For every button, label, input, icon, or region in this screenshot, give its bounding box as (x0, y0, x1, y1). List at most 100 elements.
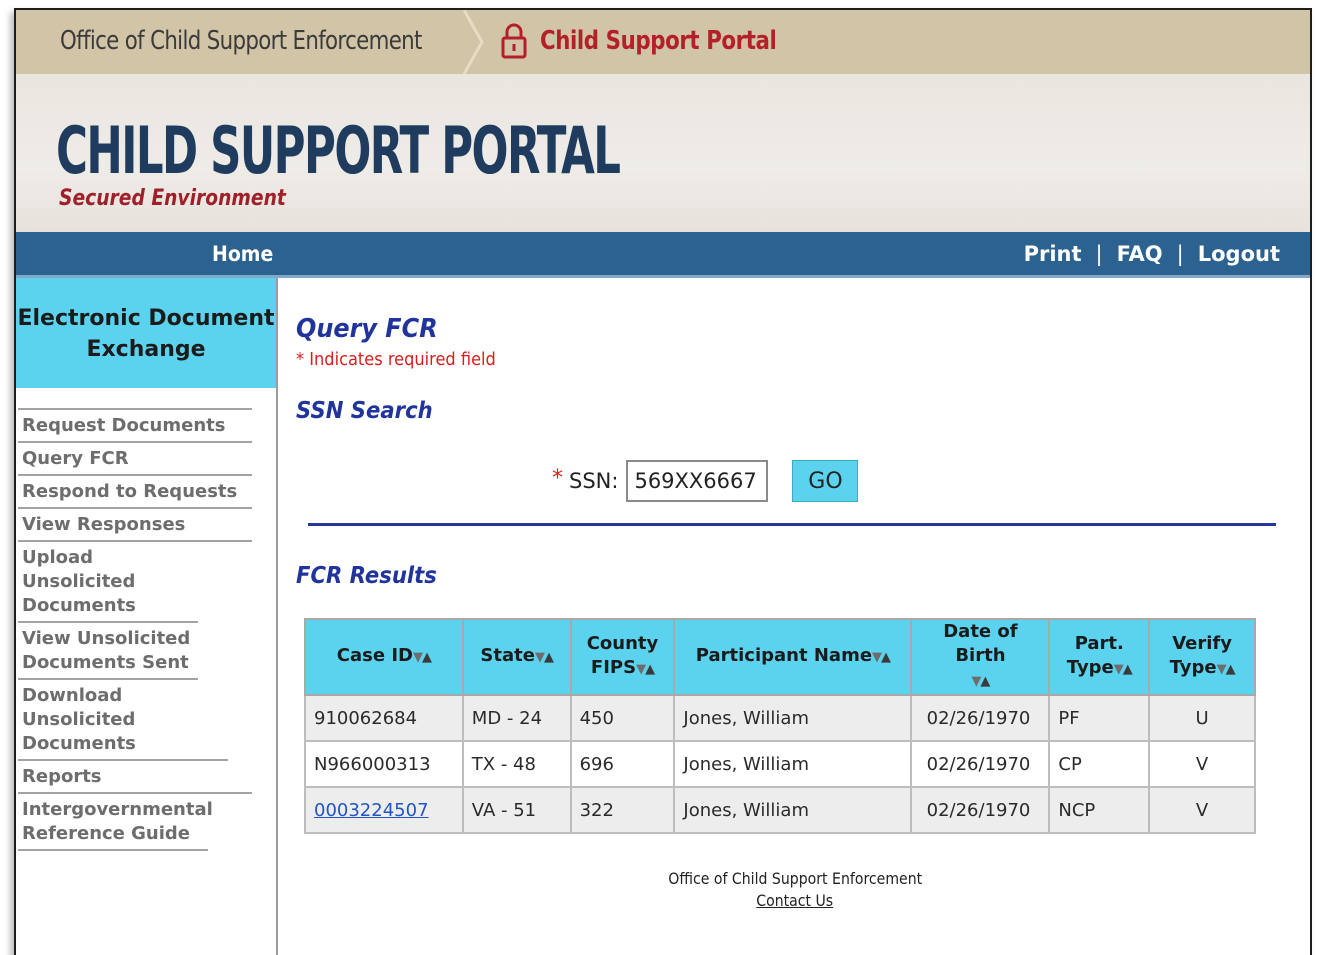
faq-link[interactable]: FAQ (1117, 242, 1163, 266)
sort-down-icon: ▼ (534, 650, 545, 665)
sidebar-item-intergovernmental-guide[interactable]: Intergovernmental Reference Guide (18, 794, 213, 851)
portal-link[interactable]: Child Support Portal (540, 26, 777, 56)
section-divider (308, 523, 1276, 526)
sidebar-heading: Electronic Document Exchange (16, 278, 276, 388)
cell-dob: 02/26/1970 (910, 694, 1051, 742)
sort-icon[interactable]: ▼▲ (971, 674, 990, 689)
sidebar-menu: Request Documents Query FCR Respond to R… (18, 408, 252, 851)
col-part-label: Part. (1074, 633, 1124, 654)
sidebar-item-reports[interactable]: Reports (18, 761, 252, 794)
sort-icon[interactable]: ▼▲ (534, 650, 554, 665)
cell-case-id: 0003224507 (304, 786, 464, 834)
col-state-label: State (480, 645, 535, 666)
nav-separator: | (1095, 242, 1103, 266)
page-footer: Office of Child Support Enforcement Cont… (280, 868, 1310, 912)
fcr-results-table: Case ID▼▲ State▼▲ County FIPS▼▲ Participa… (304, 618, 1256, 834)
col-dob-label: Date of Birth (943, 621, 1018, 666)
ssn-label: SSN: (569, 469, 619, 493)
col-part-type[interactable]: Part. Type▼▲ (1048, 618, 1151, 696)
col-fips-label: FIPS (590, 657, 637, 678)
cell-case-id: 910062684 (304, 694, 464, 742)
required-note: * Indicates required field (296, 349, 496, 370)
col-verify-label: Verify (1172, 633, 1232, 654)
col-case-id[interactable]: Case ID▼▲ (304, 618, 464, 696)
sort-up-icon: ▲ (881, 650, 891, 665)
sidebar-item-upload-unsolicited[interactable]: Upload Unsolicited Documents (18, 542, 198, 623)
col-case-id-label: Case ID (336, 645, 413, 666)
sort-down-icon: ▼ (1216, 662, 1227, 677)
sort-up-icon: ▲ (645, 662, 655, 677)
cell-part-type: CP (1048, 740, 1151, 788)
sort-up-icon: ▲ (1122, 662, 1133, 677)
col-verify-type-label: Type (1169, 657, 1217, 678)
sort-down-icon: ▼ (1113, 662, 1124, 677)
home-link[interactable]: Home (212, 242, 273, 266)
sidebar-item-view-unsolicited-sent[interactable]: View Unsolicited Documents Sent (18, 623, 198, 680)
ssn-search-row: * SSN: GO (552, 458, 859, 504)
cell-participant: Jones, William (673, 694, 913, 742)
col-participant-label: Participant Name (695, 645, 873, 666)
cell-state: MD - 24 (461, 694, 572, 742)
go-button[interactable]: GO (792, 460, 859, 502)
sort-icon[interactable]: ▼▲ (1113, 662, 1133, 677)
site-title: CHILD SUPPORT PORTAL (56, 112, 621, 189)
sidebar-item-view-responses[interactable]: View Responses (18, 509, 252, 542)
breadcrumb-chevron-icon (462, 10, 484, 74)
top-bar: Office of Child Support Enforcement Chil… (16, 10, 1310, 74)
sort-down-icon: ▼ (636, 662, 646, 677)
ssn-search-heading: SSN Search (296, 398, 433, 424)
col-date-of-birth[interactable]: Date of Birth ▼▲ (910, 618, 1051, 696)
sort-icon[interactable]: ▼▲ (1216, 662, 1236, 677)
sidebar-item-download-unsolicited[interactable]: Download Unsolicited Documents (18, 680, 228, 761)
sort-up-icon: ▲ (980, 674, 990, 689)
col-county-fips[interactable]: County FIPS▼▲ (569, 618, 676, 696)
sidebar-item-respond-to-requests[interactable]: Respond to Requests (18, 476, 252, 509)
sidebar-item-query-fcr[interactable]: Query FCR (18, 443, 252, 476)
cell-verify-type: V (1148, 786, 1256, 834)
browser-frame: Office of Child Support Enforcement Chil… (14, 8, 1312, 955)
cell-verify-type: V (1148, 740, 1256, 788)
main-content: Query FCR * Indicates required field SSN… (280, 278, 1310, 955)
sidebar: Electronic Document Exchange Request Doc… (16, 278, 278, 955)
table-row: N966000313 TX - 48 696 Jones, William 02… (304, 740, 1256, 788)
table-row: 0003224507 VA - 51 322 Jones, William 02… (304, 786, 1256, 834)
logout-link[interactable]: Logout (1198, 242, 1280, 266)
ssn-input[interactable] (626, 460, 769, 502)
required-star: * (296, 349, 305, 370)
sort-icon[interactable]: ▼▲ (412, 650, 432, 665)
nav-separator: | (1176, 242, 1184, 266)
sort-icon[interactable]: ▼▲ (636, 662, 655, 677)
required-star: * (552, 465, 563, 491)
cell-dob: 02/26/1970 (910, 740, 1051, 788)
col-participant-name[interactable]: Participant Name▼▲ (673, 618, 913, 696)
print-link[interactable]: Print (1024, 242, 1082, 266)
agency-link[interactable]: Office of Child Support Enforcement (60, 26, 422, 56)
site-banner: CHILD SUPPORT PORTAL Secured Environment (16, 74, 1310, 232)
lock-icon (501, 23, 527, 59)
cell-dob: 02/26/1970 (910, 786, 1051, 834)
col-state[interactable]: State▼▲ (461, 618, 572, 696)
sort-up-icon: ▲ (421, 650, 432, 665)
sort-up-icon: ▲ (1225, 662, 1236, 677)
cell-part-type: PF (1048, 694, 1151, 742)
site-subtitle: Secured Environment (59, 186, 286, 211)
cell-participant: Jones, William (673, 740, 913, 788)
sort-down-icon: ▼ (412, 650, 423, 665)
cell-participant: Jones, William (673, 786, 913, 834)
utility-links: Print | FAQ | Logout (1024, 242, 1280, 266)
nav-bar: Home Print | FAQ | Logout (16, 232, 1310, 278)
sidebar-heading-line2: Exchange (86, 337, 206, 362)
required-note-text: Indicates required field (309, 349, 496, 370)
cell-part-type: NCP (1048, 786, 1151, 834)
case-id-link[interactable]: 0003224507 (314, 800, 429, 821)
col-verify-type[interactable]: Verify Type▼▲ (1148, 618, 1256, 696)
col-part-type-label: Type (1066, 657, 1114, 678)
cell-state: TX - 48 (461, 740, 572, 788)
sort-up-icon: ▲ (543, 650, 554, 665)
sort-icon[interactable]: ▼▲ (872, 650, 891, 665)
contact-us-link[interactable]: Contact Us (757, 890, 834, 912)
cell-county-fips: 696 (569, 740, 676, 788)
col-county-label: County (586, 633, 659, 654)
sidebar-item-request-documents[interactable]: Request Documents (18, 410, 252, 443)
sort-down-icon: ▼ (872, 650, 882, 665)
